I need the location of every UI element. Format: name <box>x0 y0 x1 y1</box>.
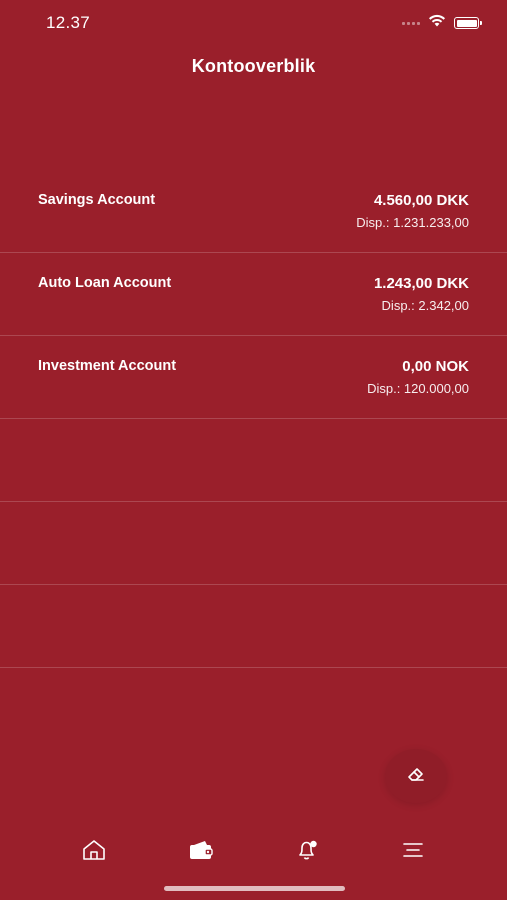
account-row[interactable]: Investment Account 0,00 NOK Disp.: 120.0… <box>0 336 507 419</box>
home-indicator <box>164 886 345 891</box>
eraser-icon <box>405 763 427 790</box>
menu-icon <box>399 839 427 866</box>
wallet-icon <box>187 839 215 866</box>
account-balance: 1.243,00 DKK <box>373 275 469 292</box>
signal-icon <box>402 21 420 25</box>
tab-bar <box>0 832 507 872</box>
battery-icon <box>454 17 482 29</box>
eraser-button[interactable] <box>385 749 447 803</box>
empty-row <box>0 585 507 668</box>
account-list: Savings Account 4.560,00 DKK Disp.: 1.23… <box>0 170 507 668</box>
account-available: Disp.: 1.231.233,00 <box>356 215 469 230</box>
account-name: Savings Account <box>38 192 156 208</box>
account-balance: 4.560,00 DKK <box>373 192 469 209</box>
empty-row <box>0 419 507 502</box>
status-icons <box>402 14 482 32</box>
account-name: Investment Account <box>38 358 177 374</box>
notification-bell-icon <box>293 838 321 867</box>
account-row[interactable]: Savings Account 4.560,00 DKK Disp.: 1.23… <box>0 170 507 253</box>
status-bar: 12.37 <box>0 0 507 44</box>
account-row[interactable]: Auto Loan Account 1.243,00 DKK Disp.: 2.… <box>0 253 507 336</box>
page-title: Kontooverblik <box>191 56 316 76</box>
tab-menu[interactable] <box>398 838 428 866</box>
tab-accounts[interactable] <box>186 838 216 866</box>
account-balance: 0,00 NOK <box>402 358 469 375</box>
tab-notifications[interactable] <box>292 838 322 866</box>
status-time: 12.37 <box>46 13 91 32</box>
account-available: Disp.: 2.342,00 <box>381 298 469 313</box>
account-name: Auto Loan Account <box>38 275 172 291</box>
account-available: Disp.: 120.000,00 <box>367 381 469 396</box>
home-icon <box>81 839 107 866</box>
wifi-icon <box>428 14 446 32</box>
tab-home[interactable] <box>79 838 109 866</box>
empty-row <box>0 502 507 585</box>
